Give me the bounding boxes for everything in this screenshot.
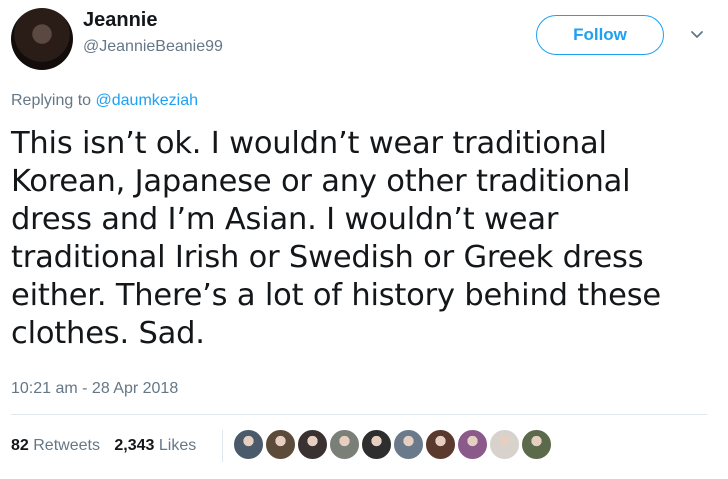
profile-avatar[interactable] [11,8,73,70]
tweet-line: traditional Irish or Swedish or Greek dr… [11,240,644,275]
retweets-stat[interactable]: 82 Retweets [11,437,100,454]
retweets-label: Retweets [33,437,100,454]
avatar-10-liker[interactable] [521,429,552,460]
tweet-line: clothes. Sad. [11,316,205,351]
avatar-4-liker[interactable] [329,429,360,460]
likes-label: Likes [158,437,197,454]
replying-prefix: Replying to [11,92,92,109]
tweet-stats: 82 Retweets 2,343 Likes [11,437,206,455]
avatar-2-liker[interactable] [265,429,296,460]
avatar-5-liker[interactable] [361,429,392,460]
display-name[interactable]: Jeannie [83,9,157,32]
chevron-down-icon[interactable] [690,27,704,41]
avatar-3-liker[interactable] [297,429,328,460]
tweet-line: Korean, Japanese or any other traditiona… [11,164,631,199]
stats-separator [222,430,223,462]
avatar-9-liker[interactable] [489,429,520,460]
tweet-line: dress and I’m Asian. I wouldn’t wear [11,202,559,237]
divider [11,414,707,415]
tweet-timestamp[interactable]: 10:21 am - 28 Apr 2018 [11,380,178,398]
avatar-8-liker[interactable] [457,429,488,460]
likes-stat[interactable]: 2,343 Likes [114,437,196,454]
retweets-count: 82 [11,437,29,454]
avatar-6-liker[interactable] [393,429,424,460]
likes-count: 2,343 [114,437,155,454]
tweet-text: This isn’t ok. I wouldn’t wear tradition… [11,125,711,353]
avatar-1-liker[interactable] [233,429,264,460]
reply-mention-link[interactable]: @daumkeziah [96,92,199,109]
replying-to: Replying to @daumkeziah [11,92,198,110]
avatar-7-liker[interactable] [425,429,456,460]
user-handle[interactable]: @JeannieBeanie99 [83,38,223,56]
tweet-line: This isn’t ok. I wouldn’t wear tradition… [11,126,607,161]
tweet-line: either. There’s a lot of history behind … [11,278,661,313]
follow-button[interactable]: Follow [536,15,664,55]
